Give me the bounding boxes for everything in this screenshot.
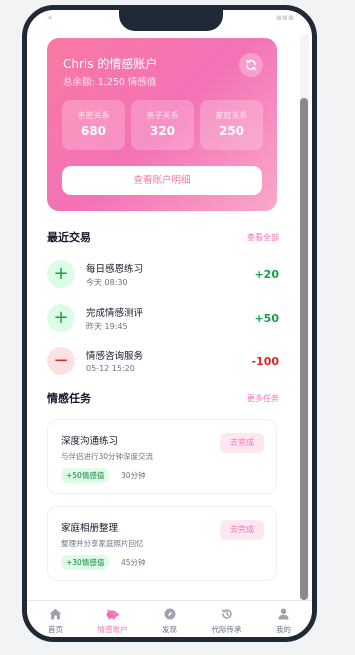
tab-home[interactable]: 首页 bbox=[27, 601, 84, 637]
stat-intimate[interactable]: 亲密关系 680 bbox=[62, 100, 125, 150]
transaction-name: 情感咨询服务 bbox=[86, 351, 144, 362]
transaction-amount: +50 bbox=[254, 312, 279, 325]
account-card: Chris 的情感账户 总余额: 1,250 情感值 亲密关系 680 亲子关系… bbox=[47, 38, 277, 211]
piggy-bank-icon bbox=[106, 609, 120, 620]
view-all-link[interactable]: 查看全部 bbox=[247, 232, 279, 243]
task-duration: 30分钟 bbox=[121, 471, 146, 480]
transaction-row[interactable]: − 情感咨询服务 05-12 15:20 -100 bbox=[47, 347, 279, 379]
scroll-content: Chris 的情感账户 总余额: 1,250 情感值 亲密关系 680 亲子关系… bbox=[27, 10, 297, 600]
tab-label: 发现 bbox=[162, 625, 177, 634]
tab-generational-heritage[interactable]: 代际传承 bbox=[198, 601, 255, 637]
transaction-row[interactable]: + 完成情感测评 昨天 19:45 +50 bbox=[47, 304, 279, 336]
transaction-row[interactable]: + 每日感恩练习 今天 08:30 +20 bbox=[47, 260, 279, 292]
plus-icon: + bbox=[47, 260, 75, 288]
transaction-name: 完成情感测评 bbox=[86, 308, 144, 319]
tab-label: 情感账户 bbox=[97, 625, 128, 634]
stat-value: 320 bbox=[149, 124, 176, 138]
emotion-tasks-title: 情感任务 bbox=[47, 392, 91, 405]
stat-family[interactable]: 家庭关系 250 bbox=[200, 100, 263, 150]
compass-icon bbox=[164, 608, 175, 620]
tab-label: 我的 bbox=[276, 625, 291, 634]
transaction-name: 每日感恩练习 bbox=[86, 264, 144, 275]
transaction-time: 今天 08:30 bbox=[86, 278, 128, 287]
go-complete-button[interactable]: 去完成 bbox=[220, 433, 264, 453]
stat-parent-child[interactable]: 亲子关系 320 bbox=[131, 100, 194, 150]
account-title: Chris 的情感账户 bbox=[63, 57, 158, 71]
phone-notch bbox=[119, 10, 223, 31]
plus-icon: + bbox=[47, 304, 75, 332]
task-desc: 整理并分享家庭照片回忆 bbox=[61, 539, 144, 548]
stat-label: 家庭关系 bbox=[215, 111, 248, 120]
transaction-amount: -100 bbox=[251, 355, 279, 368]
recent-transactions-title: 最近交易 bbox=[47, 231, 91, 244]
history-icon bbox=[221, 609, 232, 619]
scrollbar-thumb[interactable] bbox=[300, 98, 308, 600]
tab-mine[interactable]: 我的 bbox=[255, 601, 312, 637]
status-bar-right: ▪▪▪ bbox=[275, 13, 294, 23]
stat-value: 250 bbox=[218, 124, 245, 138]
stat-label: 亲子关系 bbox=[146, 111, 179, 120]
task-desc: 与伴侣进行30分钟深度交流 bbox=[61, 452, 154, 461]
home-icon bbox=[49, 608, 62, 620]
transaction-amount: +20 bbox=[254, 268, 279, 281]
tab-label: 首页 bbox=[48, 625, 63, 634]
bottom-tab-bar: 首页 情感账户 发现 代际传承 我的 bbox=[27, 600, 312, 637]
go-complete-button[interactable]: 去完成 bbox=[220, 520, 264, 540]
view-account-details-button[interactable]: 查看账户明细 bbox=[62, 166, 262, 195]
tab-label: 代际传承 bbox=[211, 625, 242, 634]
account-balance: 总余额: 1,250 情感值 bbox=[63, 77, 157, 88]
phone-frame: ◂ ▪▪▪ Chris 的情感账户 总余额: 1,250 情感值 亲密关系 68… bbox=[22, 5, 317, 642]
more-tasks-link[interactable]: 更多任务 bbox=[247, 393, 279, 404]
task-duration: 45分钟 bbox=[121, 558, 146, 567]
transaction-time: 昨天 19:45 bbox=[86, 322, 128, 331]
stat-label: 亲密关系 bbox=[77, 111, 110, 120]
user-icon bbox=[278, 608, 289, 620]
tab-discover[interactable]: 发现 bbox=[141, 601, 198, 637]
refresh-button[interactable] bbox=[239, 53, 263, 77]
task-reward-badge: +50情感值 bbox=[61, 468, 110, 483]
task-name: 家庭相册整理 bbox=[61, 523, 119, 534]
refresh-icon bbox=[246, 59, 256, 71]
transaction-time: 05-12 15:20 bbox=[86, 364, 135, 373]
minus-icon: − bbox=[47, 347, 75, 375]
tab-emotion-account[interactable]: 情感账户 bbox=[84, 601, 141, 637]
task-name: 深度沟通练习 bbox=[61, 436, 119, 447]
task-card: 家庭相册整理 整理并分享家庭照片回忆 +30情感值 45分钟 去完成 bbox=[47, 506, 277, 581]
stat-value: 680 bbox=[80, 124, 107, 138]
task-reward-badge: +30情感值 bbox=[61, 555, 110, 570]
task-card: 深度沟通练习 与伴侣进行30分钟深度交流 +50情感值 30分钟 去完成 bbox=[47, 419, 277, 494]
status-bar-left: ◂ bbox=[47, 13, 52, 23]
